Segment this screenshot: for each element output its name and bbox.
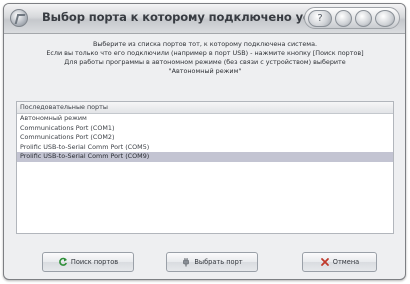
help-icon[interactable]: ?: [308, 10, 332, 27]
close-icon: [320, 258, 329, 266]
search-ports-button[interactable]: Поиск портов: [42, 252, 134, 272]
ports-list-header: Последовательные порты: [17, 102, 393, 114]
list-item-com1[interactable]: Communications Port (COM1): [17, 124, 393, 134]
list-item-com2[interactable]: Communications Port (COM2): [17, 133, 393, 143]
instructions-line: Если вы только что его подключили (напри…: [46, 49, 364, 57]
maximize-icon[interactable]: [355, 10, 372, 27]
list-item-offline-mode[interactable]: Автономный режим: [17, 114, 393, 124]
instructions-text: Выберите из списка портов тот, к котором…: [8, 40, 402, 76]
instructions-line: Выберите из списка портов тот, к котором…: [92, 40, 318, 48]
app-icon: [10, 9, 28, 27]
select-port-label: Выбрать порт: [194, 258, 243, 266]
plug-icon: [183, 258, 190, 267]
port-selection-dialog: Выбор порта к которому подключено устрой…: [3, 3, 406, 280]
instructions-line: Для работы программы в автономном режиме…: [64, 58, 346, 66]
cancel-label: Отмена: [332, 258, 360, 266]
cancel-button[interactable]: Отмена: [302, 252, 377, 272]
instructions-line: "Автономный режим": [168, 67, 242, 75]
ports-list[interactable]: Последовательные порты Автономный режим …: [16, 101, 394, 234]
refresh-icon: [59, 257, 67, 266]
minimize-icon[interactable]: [335, 10, 352, 27]
select-port-button[interactable]: Выбрать порт: [166, 252, 258, 272]
search-ports-label: Поиск портов: [70, 258, 119, 266]
close-window-icon[interactable]: [375, 10, 395, 27]
list-item-com5[interactable]: Prolific USB-to-Serial Comm Port (COM5): [17, 143, 393, 153]
window-controls: ?: [304, 7, 400, 29]
list-item-com9[interactable]: Prolific USB-to-Serial Comm Port (COM9): [17, 152, 393, 162]
title-bar[interactable]: Выбор порта к которому подключено устрой…: [4, 4, 405, 34]
